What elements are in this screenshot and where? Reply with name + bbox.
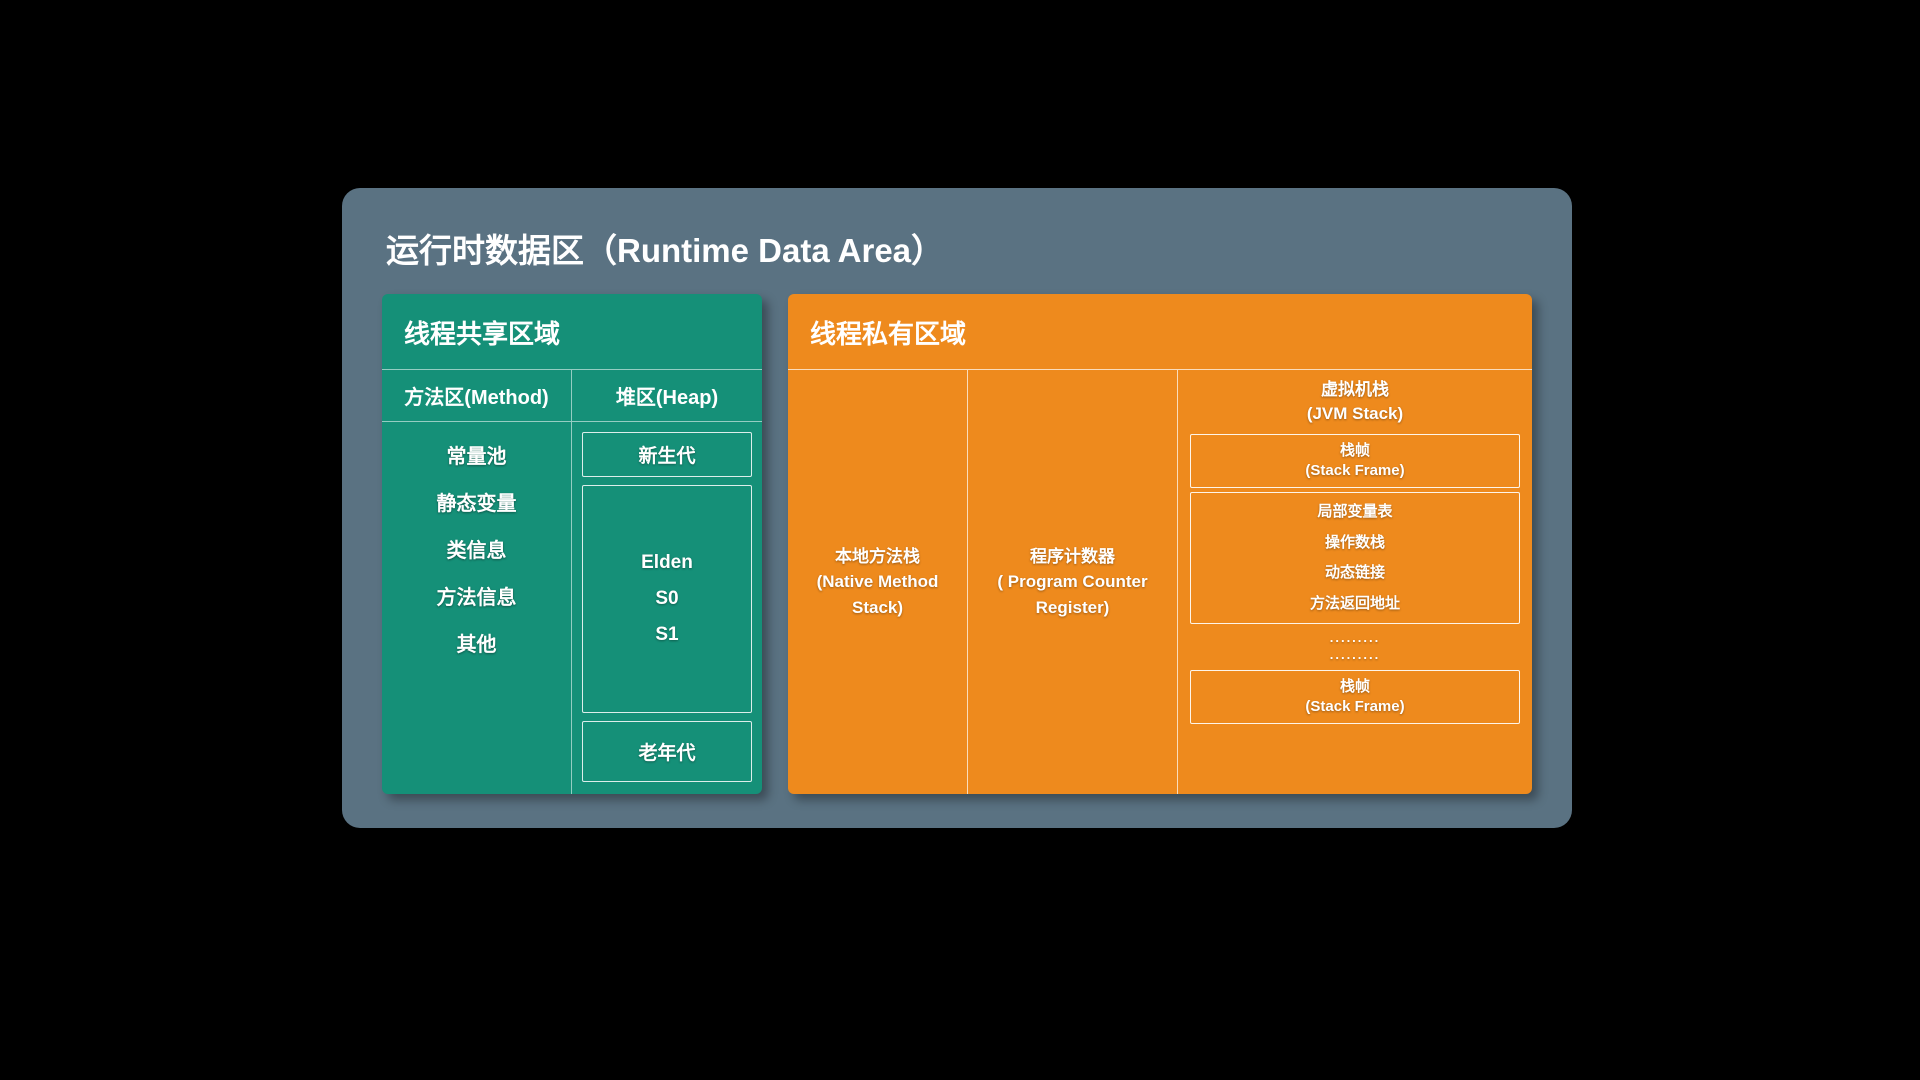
frame2-l1: 栈帧 <box>1191 677 1519 697</box>
method-item: 方法信息 <box>437 581 517 610</box>
stack-frame-bottom: 栈帧 (Stack Frame) <box>1190 670 1520 725</box>
frame-detail-item: 动态链接 <box>1191 562 1519 585</box>
jvm-stack-l2: (JVM Stack) <box>1190 402 1520 426</box>
method-area-label: 方法区(Method) <box>382 370 572 422</box>
thread-private-panel: 线程私有区域 本地方法栈 (Native Method Stack) 程序计数器… <box>788 294 1532 794</box>
heap-area-body: 新生代 Elden S0 S1 老年代 <box>572 422 762 794</box>
method-area-body: 常量池 静态变量 类信息 方法信息 其他 <box>382 422 572 794</box>
frame-dots: ......... <box>1190 630 1520 647</box>
heap-area-label: 堆区(Heap) <box>572 370 762 422</box>
frame-detail-item: 操作数栈 <box>1191 532 1519 555</box>
thread-shared-panel: 线程共享区域 方法区(Method) 堆区(Heap) 常量池 静态变量 类信息… <box>382 294 762 794</box>
runtime-data-area-panel: 运行时数据区（Runtime Data Area） 线程共享区域 方法区(Met… <box>342 188 1572 828</box>
heap-elden-item: S0 <box>583 588 751 610</box>
frame-l2: (Stack Frame) <box>1191 461 1519 481</box>
method-item: 常量池 <box>447 440 507 469</box>
program-counter-col: 程序计数器 ( Program Counter Register) <box>968 370 1178 794</box>
frame-dots: ......... <box>1190 647 1520 664</box>
frame-detail-item: 局部变量表 <box>1191 501 1519 524</box>
heap-elden-item: S1 <box>583 624 751 646</box>
heap-oldgen: 老年代 <box>582 721 752 782</box>
method-item: 类信息 <box>447 534 507 563</box>
jvm-stack-head: 虚拟机栈 (JVM Stack) <box>1190 378 1520 426</box>
jvm-stack-col: 虚拟机栈 (JVM Stack) 栈帧 (Stack Frame) 局部变量表 … <box>1178 370 1532 794</box>
pc-l2: ( Program Counter Register) <box>976 569 1169 620</box>
diagram-title: 运行时数据区（Runtime Data Area） <box>386 224 1532 272</box>
native-l2: (Native Method Stack) <box>796 569 959 620</box>
method-item: 其他 <box>457 628 497 657</box>
heap-newgen: 新生代 <box>582 432 752 477</box>
pc-l1: 程序计数器 <box>1030 544 1115 570</box>
frame2-l2: (Stack Frame) <box>1191 697 1519 717</box>
heap-elden-box: Elden S0 S1 <box>582 485 752 713</box>
method-item: 静态变量 <box>437 487 517 516</box>
shared-header: 线程共享区域 <box>382 294 762 369</box>
private-header: 线程私有区域 <box>788 294 1532 369</box>
native-method-stack-col: 本地方法栈 (Native Method Stack) <box>788 370 968 794</box>
frame-l1: 栈帧 <box>1191 441 1519 461</box>
native-l1: 本地方法栈 <box>835 544 920 570</box>
heap-elden-item: Elden <box>583 552 751 574</box>
jvm-stack-l1: 虚拟机栈 <box>1190 378 1520 402</box>
frame-detail-item: 方法返回地址 <box>1191 593 1519 616</box>
stack-frame-detail: 局部变量表 操作数栈 动态链接 方法返回地址 <box>1190 492 1520 624</box>
stack-frame-top: 栈帧 (Stack Frame) <box>1190 434 1520 489</box>
